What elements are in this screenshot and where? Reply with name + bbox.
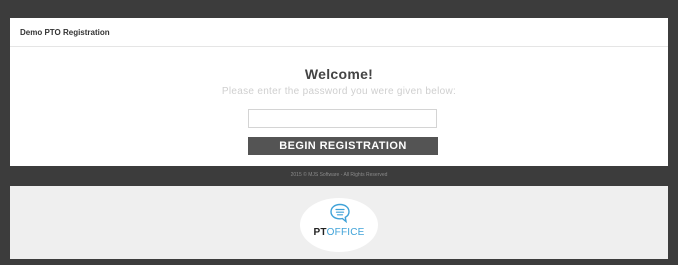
logo-text-office: OFFICE	[326, 227, 365, 238]
begin-registration-button[interactable]: BEGIN REGISTRATION	[248, 137, 438, 155]
app-frame: Demo PTO Registration Welcome! Please en…	[10, 9, 668, 259]
chat-bubble-icon	[330, 203, 350, 223]
password-instruction: Please enter the password you were given…	[221, 86, 457, 97]
password-input[interactable]	[248, 109, 437, 128]
logo-wordmark: PTOFFICE	[300, 227, 378, 238]
logo-text-pt: PT	[313, 227, 327, 238]
registration-card: Demo PTO Registration Welcome! Please en…	[10, 18, 668, 166]
welcome-heading: Welcome!	[304, 66, 374, 82]
card-header: Demo PTO Registration	[10, 18, 668, 47]
ptoffice-logo: PTOFFICE	[300, 198, 378, 252]
logo-panel: PTOFFICE	[10, 186, 668, 259]
header-title: Demo PTO Registration	[20, 27, 110, 37]
copyright-footer: 2015 © MJS Software - All Rights Reserve…	[290, 172, 388, 178]
